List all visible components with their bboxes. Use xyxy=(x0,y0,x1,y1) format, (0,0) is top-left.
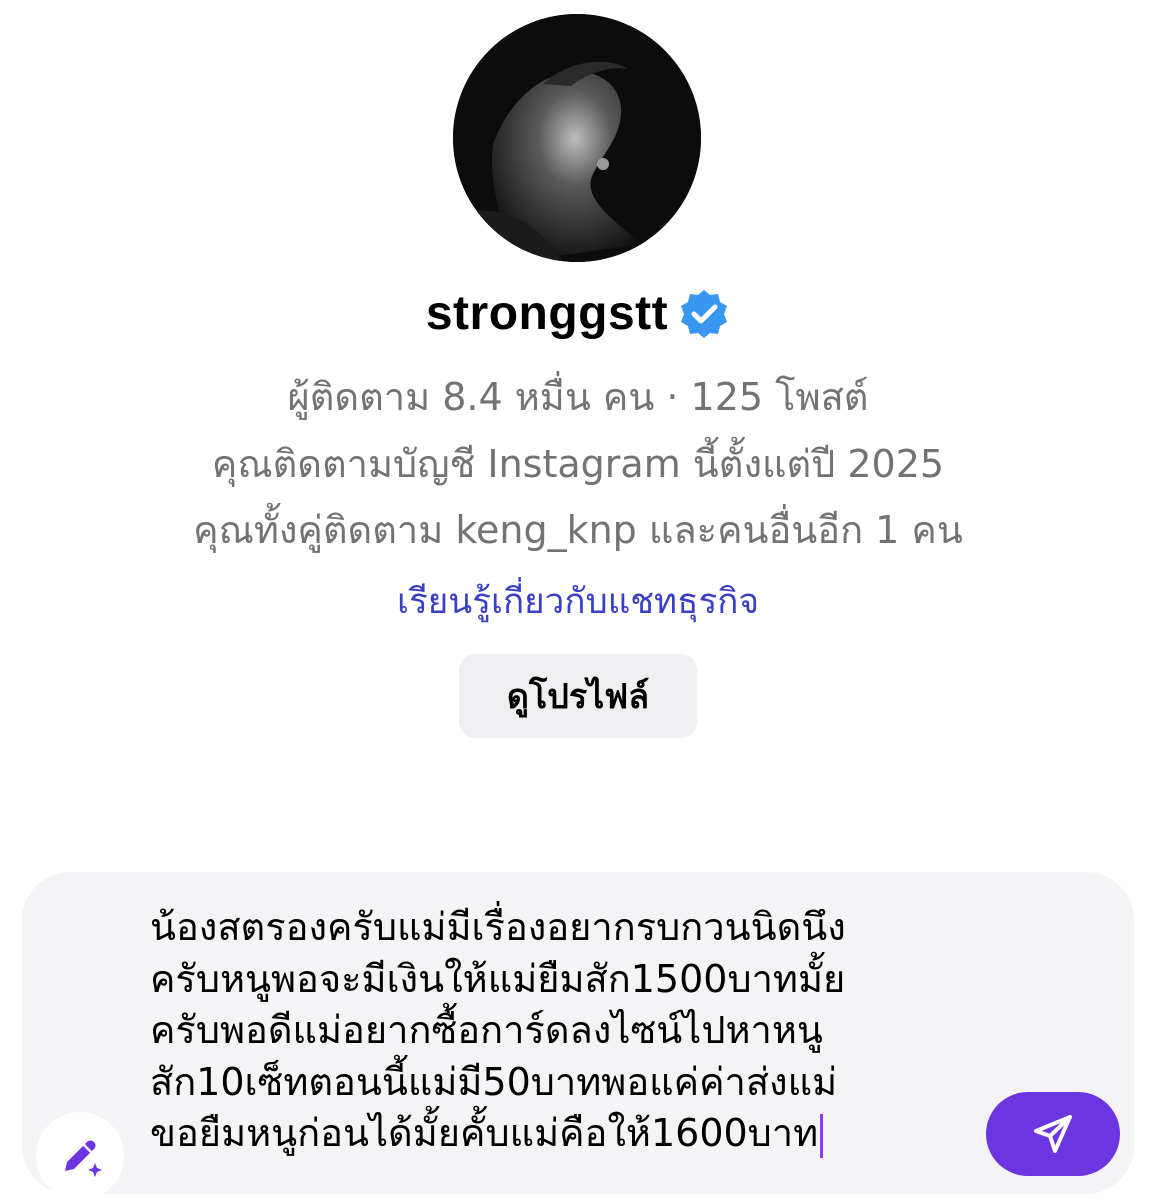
learn-business-chat-link[interactable]: เรียนรู้เกี่ยวกับแชทธุรกิจ xyxy=(0,574,1156,629)
message-line-last: ขอยืมหนูก่อนได้มั้ยคั้บแม่คือให้1600บาท xyxy=(150,1108,940,1160)
mutual-followers-text: คุณทั้งคู่ติดตาม keng_knp และคนอื่นอีก 1… xyxy=(193,508,963,552)
message-input[interactable]: น้องสตรองครับแม่มีเรื่องอยากรบกวนนิดนึง … xyxy=(150,902,940,1160)
message-line: น้องสตรองครับแม่มีเรื่องอยากรบกวนนิดนึง xyxy=(150,905,846,949)
avatar-photo-icon xyxy=(453,14,701,262)
ai-compose-button[interactable] xyxy=(36,1112,124,1200)
view-profile-button[interactable]: ดูโปรไฟล์ xyxy=(459,654,697,738)
send-button[interactable] xyxy=(986,1092,1120,1176)
pencil-sparkle-icon xyxy=(65,1140,102,1177)
text-caret xyxy=(820,1113,824,1158)
username: stronggstt xyxy=(425,287,669,340)
message-line: ครับหนูพอจะมีเงินให้แม่ยืมสัก1500บาทมั้ย xyxy=(150,956,846,1001)
message-line-text: ขอยืมหนูก่อนได้มั้ยคั้บแม่คือให้1600บาท xyxy=(150,1111,819,1155)
verified-badge-icon xyxy=(678,288,730,340)
chat-header-page: stronggstt ผู้ติดตาม 8.4 หมื่น คน · 125 … xyxy=(0,0,1156,1200)
message-line: สัก10เซ็ทตอนนี้แม่มี50บาทพอแค่ค่าส่งแม่ xyxy=(150,1059,838,1104)
following-since-text: คุณติดตามบัญชี Instagram นี้ตั้งแต่ปี 20… xyxy=(211,442,945,486)
send-paper-plane-icon xyxy=(1034,1115,1072,1153)
followers-posts-count: ผู้ติดตาม 8.4 หมื่น คน · 125 โพสต์ xyxy=(287,375,869,419)
message-line: ครับพอดีแม่อยากซื้อการ์ดลงไซน์ไปหาหนู xyxy=(150,1008,823,1052)
username-row: stronggstt xyxy=(0,286,1156,341)
profile-avatar[interactable] xyxy=(453,14,701,262)
